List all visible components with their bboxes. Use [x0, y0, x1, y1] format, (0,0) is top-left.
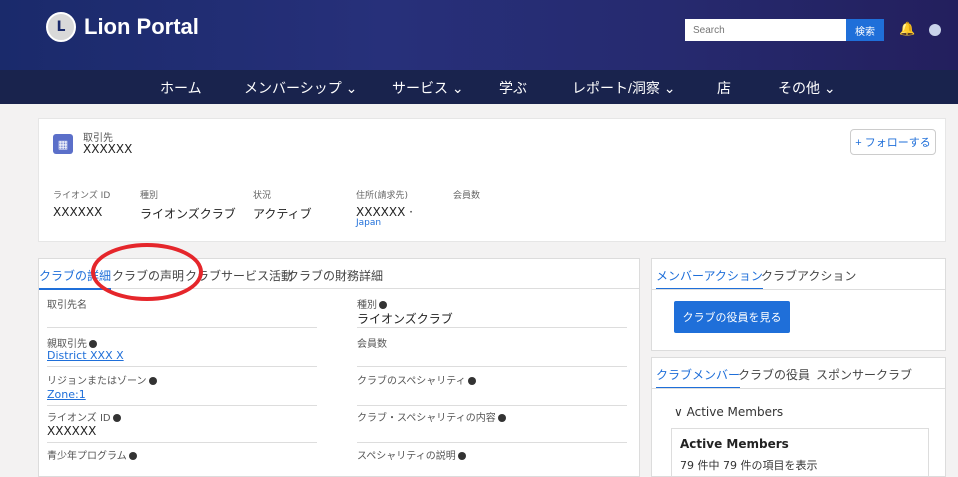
divider	[47, 442, 317, 443]
avatar[interactable]	[929, 24, 941, 36]
info-icon[interactable]	[467, 377, 476, 385]
meta-value-country[interactable]: Japan	[356, 218, 381, 228]
lions-logo-icon: L	[46, 12, 76, 42]
tab-club-details[interactable]: クラブの詳細	[39, 267, 112, 290]
info-icon[interactable]	[457, 452, 466, 460]
tab-club-actions[interactable]: クラブアクション	[761, 267, 856, 284]
brand-title: Lion Portal	[84, 14, 199, 39]
account-name: XXXXXX	[83, 142, 133, 156]
divider	[47, 366, 317, 367]
field-label-account-name: 取引先名	[47, 300, 87, 311]
club-detail-panel: クラブの詳細 クラブの声明 クラブサービス活動 クラブの財務詳細 取引先名 親取…	[38, 258, 640, 477]
meta-value-type: ライオンズクラブ	[140, 207, 236, 221]
meta-label-status: 状況	[253, 191, 272, 201]
tab-member-actions[interactable]: メンバーアクション	[656, 267, 763, 290]
field-label-specialty-content: クラブ・スペシャリティの内容	[357, 409, 506, 424]
tab-club-service-activities[interactable]: クラブサービス活動	[185, 267, 293, 284]
account-icon: ▦	[53, 134, 73, 154]
meta-value-lions-id: XXXXXX	[53, 205, 103, 219]
field-label-region-zone: リジョンまたはゾーン	[47, 372, 157, 387]
field-link-parent-account[interactable]: District XXX X	[47, 349, 124, 362]
field-label-member-count: 会員数	[357, 339, 387, 350]
nav-item-learn[interactable]: 学ぶ	[499, 78, 527, 98]
meta-label-lions-id: ライオンズ ID	[53, 191, 111, 201]
meta-label-address: 住所(請求先)	[356, 191, 409, 201]
info-icon[interactable]	[128, 452, 137, 460]
search-input[interactable]	[685, 19, 846, 41]
main-nav: ホーム メンバーシップ ⌄ サービス ⌄ 学ぶ レポート/洞察 ⌄ 店 その他 …	[0, 70, 958, 104]
divider	[652, 388, 945, 389]
divider	[652, 289, 945, 290]
field-label-parent-account: 親取引先	[47, 335, 97, 350]
meta-label-member-count: 会員数	[453, 191, 481, 201]
nav-item-services[interactable]: サービス ⌄	[392, 78, 464, 98]
info-icon[interactable]	[89, 340, 97, 348]
bell-icon[interactable]: 🔔	[899, 22, 915, 37]
info-icon[interactable]	[497, 414, 506, 422]
field-value-lions-id: XXXXXX	[47, 424, 97, 438]
field-link-zone[interactable]: Zone:1	[47, 388, 86, 401]
meta-label-type: 種別	[140, 191, 159, 201]
info-icon[interactable]	[148, 377, 157, 385]
field-label-youth-program: 青少年プログラム	[47, 447, 137, 462]
detail-tabs: クラブの詳細 クラブの声明 クラブサービス活動 クラブの財務詳細	[39, 259, 639, 290]
member-actions-panel: メンバーアクション クラブアクション クラブの役員を見る	[651, 258, 946, 351]
active-members-count: 79 件中 79 件の項目を表示	[680, 459, 818, 472]
nav-item-more[interactable]: その他 ⌄	[778, 78, 836, 98]
divider	[357, 327, 627, 328]
divider	[47, 327, 317, 328]
nav-item-home[interactable]: ホーム	[160, 78, 202, 98]
field-label-lions-id: ライオンズ ID	[47, 409, 121, 424]
active-members-accordion[interactable]: ∨ Active Members	[674, 405, 783, 419]
field-label-type: 種別	[357, 296, 387, 311]
divider	[357, 442, 627, 443]
active-members-title: Active Members	[680, 437, 789, 451]
info-icon[interactable]	[112, 414, 121, 422]
field-value-type: ライオンズクラブ	[357, 312, 453, 326]
nav-item-reports[interactable]: レポート/洞察 ⌄	[572, 78, 676, 98]
active-members-box: Active Members 79 件中 79 件の項目を表示	[671, 428, 929, 477]
divider	[357, 366, 627, 367]
search-button[interactable]: 検索	[846, 19, 884, 41]
nav-item-store[interactable]: 店	[717, 78, 731, 98]
tab-club-financial-details[interactable]: クラブの財務詳細	[287, 267, 383, 284]
nav-item-membership[interactable]: メンバーシップ ⌄	[244, 78, 357, 98]
field-label-club-specialty: クラブのスペシャリティ	[357, 372, 476, 387]
tab-club-statement[interactable]: クラブの声明	[112, 267, 184, 284]
account-header: ▦ 取引先 XXXXXX + フォローする ライオンズ ID XXXXXX 種別…	[38, 118, 946, 242]
divider	[357, 405, 627, 406]
info-icon[interactable]	[379, 301, 387, 309]
tab-sponsor-clubs[interactable]: スポンサークラブ	[816, 366, 912, 383]
tab-club-officers[interactable]: クラブの役員	[738, 366, 810, 383]
field-label-specialty-description: スペシャリティの説明	[357, 447, 466, 462]
divider	[47, 405, 317, 406]
meta-value-status: アクティブ	[253, 207, 312, 221]
view-club-officers-button[interactable]: クラブの役員を見る	[674, 301, 790, 333]
meta-value-address: XXXXXX ·	[356, 205, 413, 219]
tab-club-members[interactable]: クラブメンバー	[656, 366, 741, 389]
follow-button[interactable]: + フォローする	[850, 129, 936, 155]
club-members-panel: クラブメンバー クラブの役員 スポンサークラブ ∨ Active Members…	[651, 357, 946, 477]
brand-logo[interactable]: L Lion Portal	[46, 12, 199, 42]
